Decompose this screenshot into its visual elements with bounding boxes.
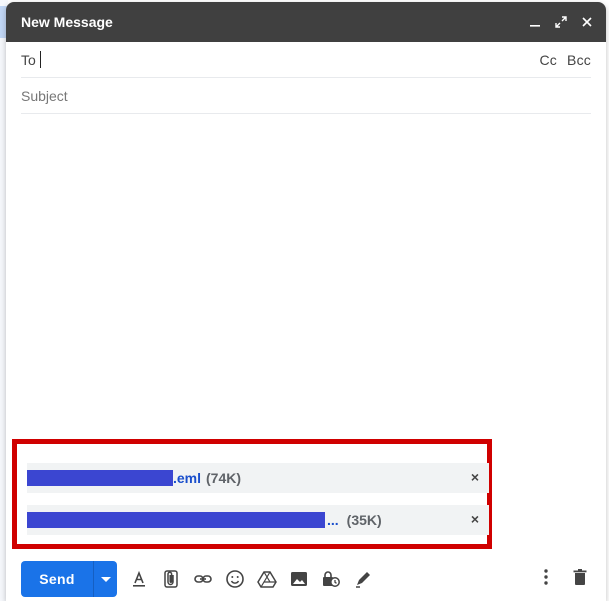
compose-window: New Message To Cc Bcc Subject .eml (74K)…: [6, 2, 606, 601]
remove-attachment-icon[interactable]: ×: [467, 511, 483, 527]
remove-attachment-icon[interactable]: ×: [467, 469, 483, 485]
message-body[interactable]: [6, 114, 606, 436]
more-options-icon[interactable]: [536, 567, 556, 587]
text-caret: [39, 51, 41, 68]
attachment-size: (74K): [206, 470, 242, 486]
image-icon[interactable]: [289, 569, 309, 589]
expand-icon[interactable]: [554, 15, 568, 29]
close-icon[interactable]: [580, 15, 594, 29]
attachments-highlight-box: .eml (74K) × ... (35K) ×: [12, 439, 492, 549]
cc-link[interactable]: Cc: [539, 52, 557, 68]
to-field[interactable]: To Cc Bcc: [21, 42, 591, 78]
compose-titlebar[interactable]: New Message: [6, 2, 606, 42]
attachment-size: (35K): [346, 512, 382, 528]
chevron-down-icon: [100, 576, 111, 582]
attach-icon[interactable]: [161, 569, 181, 589]
minimize-icon[interactable]: [528, 15, 542, 29]
drive-icon[interactable]: [257, 569, 277, 589]
to-label: To: [21, 51, 36, 68]
confidential-mode-icon[interactable]: [321, 569, 341, 589]
discard-icon[interactable]: [570, 567, 590, 587]
bcc-link[interactable]: Bcc: [567, 52, 591, 68]
compose-title: New Message: [21, 14, 113, 30]
compose-toolbar: Send: [6, 557, 606, 601]
attachment-chip[interactable]: .eml (74K) ×: [27, 463, 489, 493]
subject-field[interactable]: Subject: [21, 78, 591, 114]
signature-icon[interactable]: [353, 569, 373, 589]
subject-placeholder: Subject: [21, 87, 68, 104]
redacted-filename: [27, 512, 325, 528]
attachment-chip[interactable]: ... (35K) ×: [27, 505, 489, 535]
send-button[interactable]: Send: [21, 561, 93, 597]
emoji-icon[interactable]: [225, 569, 245, 589]
attachment-ellipsis[interactable]: ...: [327, 512, 339, 528]
link-icon[interactable]: [193, 569, 213, 589]
text-format-icon[interactable]: [129, 569, 149, 589]
schedule-send-dropdown[interactable]: [93, 561, 117, 597]
redacted-filename: [27, 470, 173, 486]
attachment-extension[interactable]: .eml: [173, 470, 201, 486]
